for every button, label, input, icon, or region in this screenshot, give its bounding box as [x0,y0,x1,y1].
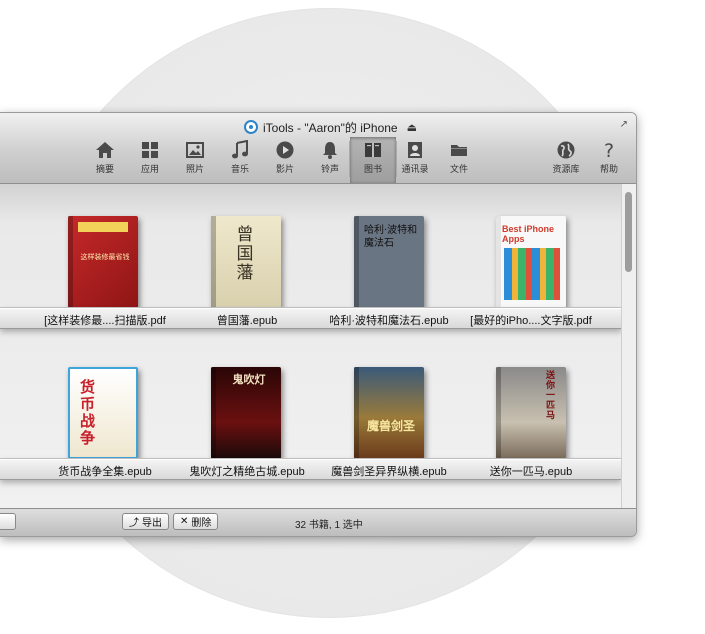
help-icon: ? [604,140,614,160]
book-cover-text: 这样装修最省钱 [80,253,130,261]
book-cover[interactable]: 鬼吹灯 [211,367,281,459]
music-icon [232,140,248,159]
book-cover-text: 送你一匹马 [546,371,556,421]
status-text: 32 书籍, 1 选中 [295,520,363,531]
toolbar-apps[interactable]: 应用 [127,137,173,183]
book-title[interactable]: 哈利·波特和魔法石.epub [314,312,464,328]
toolbar-label: 应用 [140,164,159,174]
book-title[interactable]: 曾国藩.epub [172,312,322,328]
book-cover-text: 鬼吹灯 [232,373,266,386]
toolbar-library[interactable]: 资源库 [543,137,589,183]
book-title[interactable]: 货币战争全集.epub [30,463,180,479]
book-cover-text: 魔兽剑圣 [366,419,415,433]
toolbar-contacts[interactable]: 通讯录 [392,137,438,183]
delete-button[interactable]: ✕ 删除 [173,513,219,530]
book-cover[interactable]: 货币战争 [68,367,138,459]
book-cover[interactable]: Best iPhone Apps [496,216,566,308]
toolbar-books[interactable]: 图书 [350,137,396,183]
toolbar-photos[interactable]: 照片 [172,137,218,183]
toolbar-files[interactable]: 文件 [436,137,482,183]
eject-icon[interactable]: ⏏ [407,121,417,134]
bottom-bar: ⤴ 导出 ✕ 删除 32 书籍, 1 选中 [0,508,636,536]
apps-icon [142,142,158,158]
toolbar-label: 音乐 [230,164,249,174]
delete-label: 删除 [191,518,212,529]
toolbar-ringtones[interactable]: 铃声 [307,137,353,183]
toolbar-music[interactable]: 音乐 [217,137,263,183]
book-cover-text: 哈利·波特和魔法石 [364,225,418,249]
itools-app-icon [244,120,258,134]
folder-icon [451,145,467,156]
window-title-area: iTools - "Aaron"的 iPhone ⏏ [244,119,417,135]
toolbar-summary[interactable]: 摘要 [82,137,128,183]
toolbar-help[interactable]: ? 帮助 [586,137,632,183]
play-icon [276,141,294,159]
photo-icon [186,142,204,158]
book-cover[interactable]: 这样装修最省钱 [68,216,138,308]
toolbar: 摘要 应用 照片 音乐 影片 铃声 图书 通讯录 文件 资源库 ? 帮助 [0,137,636,183]
toolbar-label: 铃声 [320,164,339,174]
home-icon [96,142,114,158]
toolbar-label: 图书 [363,164,382,174]
export-icon: ⤴ [129,518,139,529]
book-icon [365,143,381,157]
toolbar-label: 照片 [185,164,204,174]
book-cover[interactable]: 哈利·波特和魔法石 [354,216,424,308]
export-button[interactable]: ⤴ 导出 [122,513,169,530]
fullscreen-icon[interactable]: ↗ [620,119,628,130]
book-title[interactable]: 鬼吹灯之精绝古城.epub [172,463,322,479]
bell-icon [323,142,337,159]
book-title[interactable]: 魔兽剑圣异界纵横.epub [314,463,464,479]
export-label: 导出 [142,518,162,529]
titlebar: iTools - "Aaron"的 iPhone ⏏ ↗ 摘要 应用 照片 音乐 [0,113,636,184]
vertical-scrollbar[interactable] [621,184,636,509]
close-icon: ✕ [180,516,189,527]
itools-window: iTools - "Aaron"的 iPhone ⏏ ↗ 摘要 应用 照片 音乐 [0,112,637,537]
book-cover[interactable]: 魔兽剑圣 [354,367,424,459]
contacts-icon [408,142,422,158]
window-title: iTools - "Aaron"的 iPhone [263,120,398,135]
toolbar-label: 资源库 [552,164,580,174]
toolbar-label: 通讯录 [401,164,429,174]
book-cover[interactable]: 曾国藩 [211,216,281,308]
toolbar-label: 摘要 [95,164,114,174]
bookshelf: 这样装修最省钱 曾国藩 哈利·波特和魔法石 Best iPhone Apps [… [0,184,622,509]
globe-icon [557,141,575,159]
toolbar-label: 影片 [275,164,294,174]
book-title[interactable]: [最好的iPho....文字版.pdf [456,312,606,328]
import-button[interactable] [0,513,16,530]
scrollbar-thumb[interactable] [625,192,632,272]
book-title[interactable]: 送你一匹马.epub [456,463,606,479]
book-cover-text: 货币战争 [80,378,96,447]
book-title[interactable]: [这样装修最....扫描版.pdf [30,312,180,328]
book-cover[interactable]: 送你一匹马 [496,367,566,459]
book-cover-text: Best iPhone Apps [502,224,555,244]
toolbar-label: 帮助 [599,164,618,174]
svg-text:?: ? [604,140,614,160]
toolbar-label: 文件 [449,164,468,174]
toolbar-video[interactable]: 影片 [262,137,308,183]
book-cover-text: 曾国藩 [236,225,254,283]
